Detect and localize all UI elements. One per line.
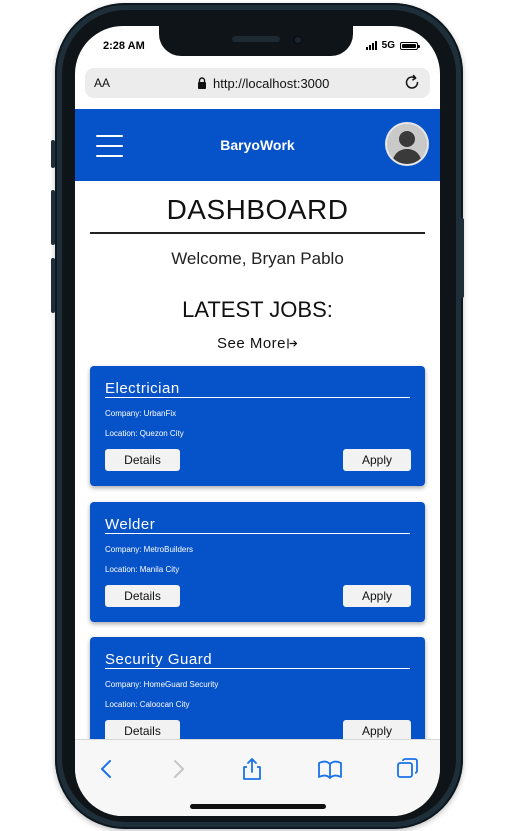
back-icon[interactable] [94,756,120,782]
status-time: 2:28 AM [103,40,145,52]
job-title-divider [105,668,410,669]
welcome-message: Welcome, Bryan Pablo [171,249,344,268]
forward-icon[interactable] [165,756,191,782]
share-icon[interactable] [239,756,265,782]
text-size-button[interactable]: AA [94,76,110,90]
title-divider [90,232,425,234]
notch [159,26,353,56]
phone-screen: 2:28 AM 5G AA http://localhost:3000 Bary… [75,26,440,816]
side-button-volume-up [51,190,55,245]
apply-button[interactable]: Apply [343,449,411,471]
see-more-arrow-icon [287,338,298,349]
user-silhouette-icon [387,124,427,164]
job-title-divider [105,397,410,398]
status-indicators: 5G [365,40,420,51]
job-title: Electrician [105,380,180,397]
see-more-label: See More [216,335,287,352]
job-title: Welder [105,516,156,533]
speaker [232,36,280,42]
url-text[interactable]: http://localhost:3000 [213,76,329,91]
bookmarks-icon[interactable] [317,756,343,782]
job-title-divider [105,533,410,534]
details-button[interactable]: Details [105,449,180,471]
side-button-silent [51,140,55,168]
job-company: Company: HomeGuard Security [105,680,219,689]
job-title: Security Guard [105,651,213,668]
side-button-power [460,218,464,298]
url-bar[interactable]: AA http://localhost:3000 [85,68,430,98]
job-location: Location: Manila City [105,565,180,574]
job-card: Welder Company: MetroBuilders Location: … [90,502,425,622]
app-header: BaryoWork [75,109,440,181]
page-title: DASHBOARD [166,194,349,225]
brand-name: BaryoWork [220,137,295,153]
see-more-link[interactable]: See More [75,335,440,352]
job-card: Electrician Company: UrbanFix Location: … [90,366,425,486]
job-location: Location: Quezon City [105,429,184,438]
latest-jobs-heading: LATEST JOBS: [182,297,333,322]
signal-icon [365,41,377,50]
details-button[interactable]: Details [105,585,180,607]
camera [293,35,303,45]
reload-icon[interactable] [403,73,421,91]
network-label: 5G [381,40,395,51]
lock-icon [198,77,206,89]
job-company: Company: MetroBuilders [105,545,194,554]
avatar[interactable] [387,124,427,164]
tabs-icon[interactable] [395,756,421,782]
battery-icon [400,41,420,50]
job-company: Company: UrbanFix [105,409,177,418]
apply-button[interactable]: Apply [343,585,411,607]
job-location: Location: Caloocan City [105,700,190,709]
side-button-volume-down [51,258,55,313]
home-indicator [190,804,326,809]
